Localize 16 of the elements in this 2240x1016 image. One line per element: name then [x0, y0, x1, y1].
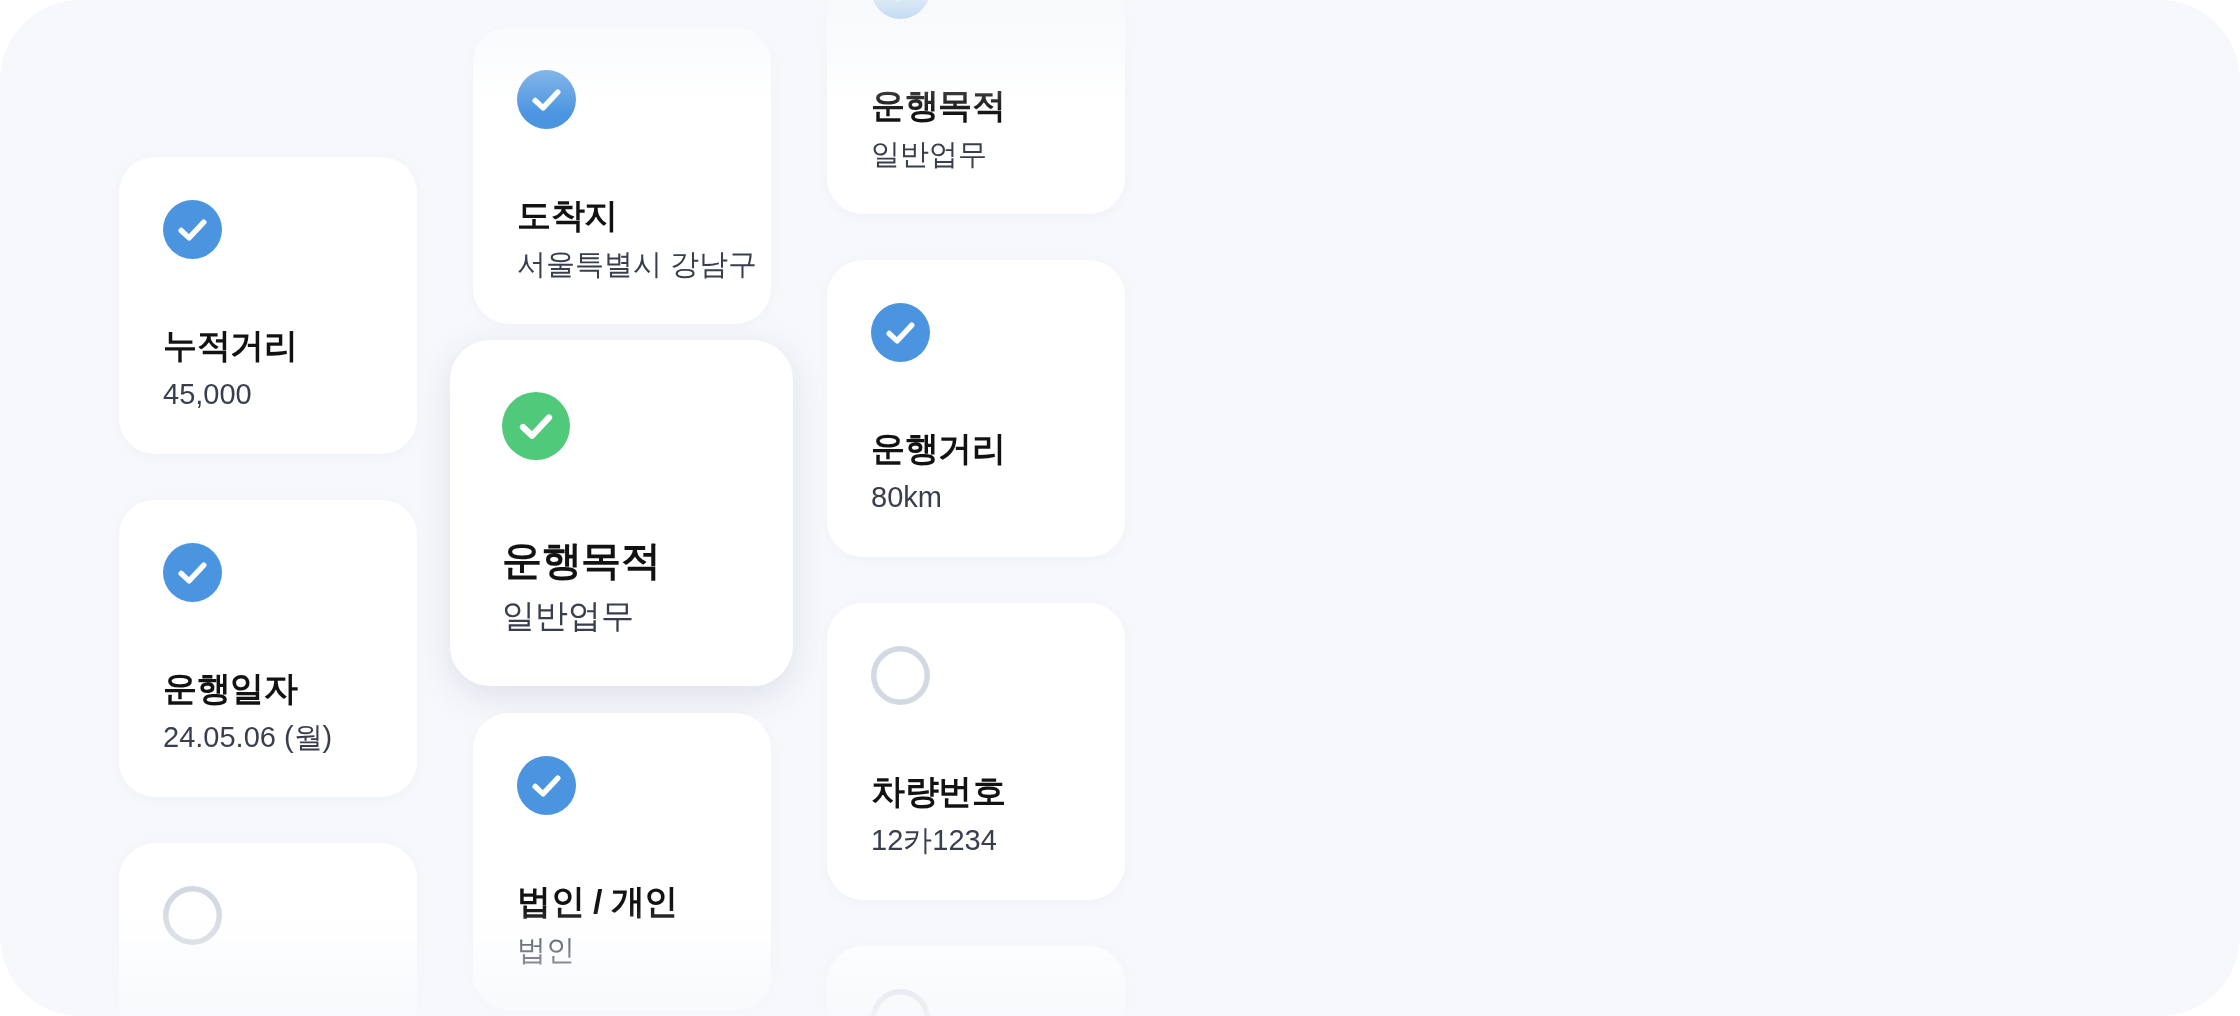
card-value: 24.05.06 (월)	[163, 720, 333, 755]
card-value: 45,000	[163, 377, 252, 412]
card-value: 80km	[871, 480, 942, 515]
card-title: 법인 / 개인	[517, 881, 678, 922]
card-title: 운행거리	[871, 428, 1005, 469]
card-value: 서울특별시 강남구	[517, 247, 758, 282]
card-value: 일반업무	[502, 596, 634, 636]
card-value: 법인	[517, 933, 575, 968]
card-title: 운행일자	[163, 668, 297, 709]
card-title: 누적거리	[163, 325, 297, 366]
card-title: 도착지	[517, 195, 618, 236]
card-title: 차량번호	[871, 771, 1005, 812]
card-value: 일반업무	[871, 137, 987, 172]
card-value: 12카1234	[871, 823, 997, 858]
card-title: 운행목적	[502, 537, 660, 584]
card-title: 운행목적	[871, 85, 1005, 126]
